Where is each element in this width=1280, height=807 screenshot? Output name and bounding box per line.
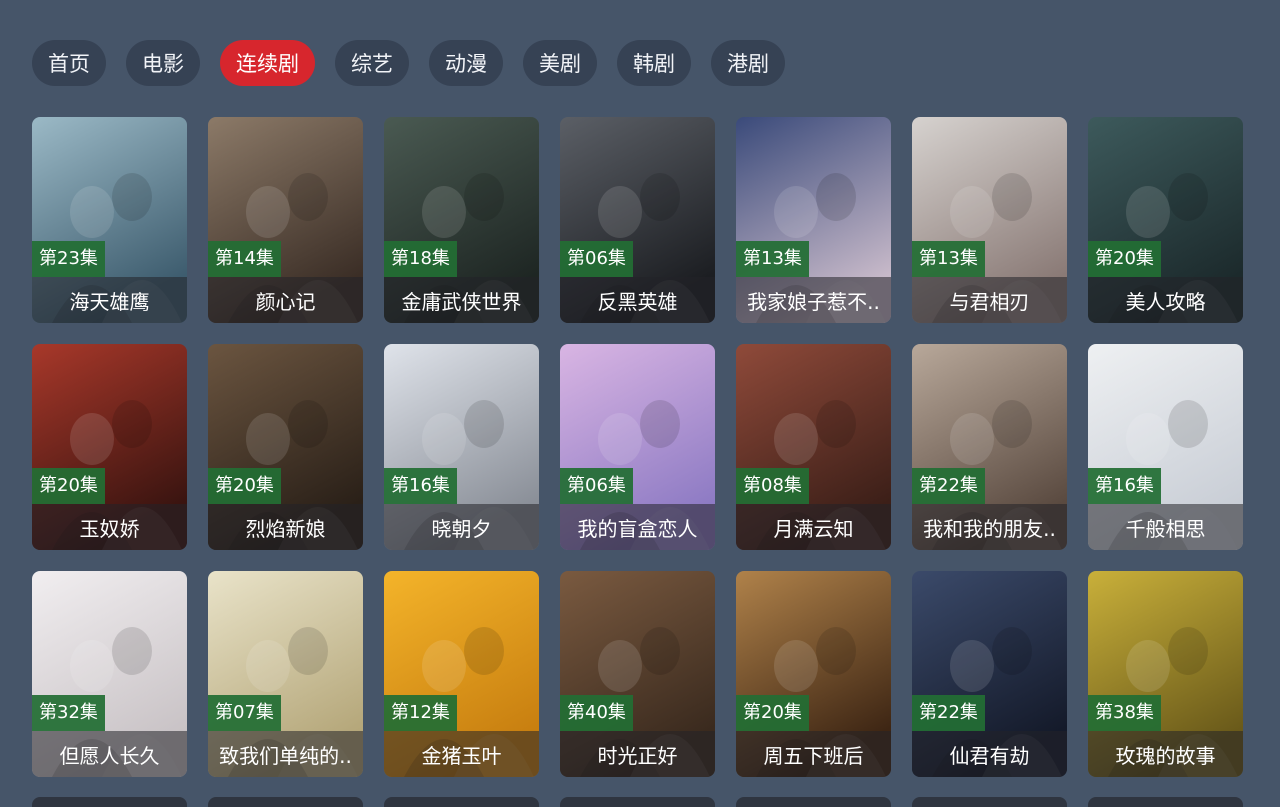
- show-card[interactable]: 第16集 晓朝夕: [384, 344, 539, 550]
- tab-2[interactable]: 连续剧: [220, 40, 315, 86]
- show-title: 时光正好: [560, 731, 715, 777]
- show-card[interactable]: 第14集 颜心记: [208, 117, 363, 323]
- show-card[interactable]: 第40集 时光正好: [560, 571, 715, 777]
- episode-badge: 第06集: [560, 468, 633, 504]
- show-card-partial[interactable]: [208, 797, 363, 807]
- episode-badge: 第13集: [736, 241, 809, 277]
- show-title: 反黑英雄: [560, 277, 715, 323]
- episode-badge: 第38集: [1088, 695, 1161, 731]
- episode-badge: 第13集: [912, 241, 985, 277]
- category-tabs: 首页 电影 连续剧 综艺 动漫 美剧 韩剧 港剧: [32, 40, 785, 86]
- show-card[interactable]: 第20集 玉奴娇: [32, 344, 187, 550]
- show-card[interactable]: 第23集 海天雄鹰: [32, 117, 187, 323]
- show-card[interactable]: 第18集 金庸武侠世界: [384, 117, 539, 323]
- show-title: 致我们单纯的..: [208, 731, 363, 777]
- episode-badge: 第20集: [736, 695, 809, 731]
- show-title: 仙君有劫: [912, 731, 1067, 777]
- show-title: 千般相思: [1088, 504, 1243, 550]
- show-card-partial[interactable]: [384, 797, 539, 807]
- show-card[interactable]: 第13集 与君相刃: [912, 117, 1067, 323]
- show-title: 玉奴娇: [32, 504, 187, 550]
- show-card-partial[interactable]: [736, 797, 891, 807]
- show-title: 我的盲盒恋人: [560, 504, 715, 550]
- episode-badge: 第08集: [736, 468, 809, 504]
- show-card[interactable]: 第06集 反黑英雄: [560, 117, 715, 323]
- episode-badge: 第20集: [208, 468, 281, 504]
- tab-3[interactable]: 综艺: [335, 40, 409, 86]
- show-card-partial[interactable]: [912, 797, 1067, 807]
- episode-badge: 第14集: [208, 241, 281, 277]
- show-card[interactable]: 第16集 千般相思: [1088, 344, 1243, 550]
- show-card[interactable]: 第12集 金猪玉叶: [384, 571, 539, 777]
- episode-badge: 第18集: [384, 241, 457, 277]
- tab-6[interactable]: 韩剧: [617, 40, 691, 86]
- show-title: 金猪玉叶: [384, 731, 539, 777]
- episode-badge: 第16集: [384, 468, 457, 504]
- show-card[interactable]: 第22集 仙君有劫: [912, 571, 1067, 777]
- show-title: 金庸武侠世界: [384, 277, 539, 323]
- show-title: 我和我的朋友..: [912, 504, 1067, 550]
- tab-5[interactable]: 美剧: [523, 40, 597, 86]
- episode-badge: 第22集: [912, 468, 985, 504]
- show-title: 玫瑰的故事: [1088, 731, 1243, 777]
- show-title: 与君相刃: [912, 277, 1067, 323]
- show-card[interactable]: 第08集 月满云知: [736, 344, 891, 550]
- episode-badge: 第20集: [1088, 241, 1161, 277]
- show-card-partial[interactable]: [1088, 797, 1243, 807]
- show-title: 海天雄鹰: [32, 277, 187, 323]
- tab-0[interactable]: 首页: [32, 40, 106, 86]
- show-card[interactable]: 第20集 美人攻略: [1088, 117, 1243, 323]
- episode-badge: 第06集: [560, 241, 633, 277]
- episode-badge: 第23集: [32, 241, 105, 277]
- episode-badge: 第22集: [912, 695, 985, 731]
- show-card[interactable]: 第22集 我和我的朋友..: [912, 344, 1067, 550]
- show-title: 我家娘子惹不..: [736, 277, 891, 323]
- show-title: 美人攻略: [1088, 277, 1243, 323]
- episode-badge: 第20集: [32, 468, 105, 504]
- episode-badge: 第40集: [560, 695, 633, 731]
- episode-badge: 第12集: [384, 695, 457, 731]
- tab-1[interactable]: 电影: [126, 40, 200, 86]
- show-title: 晓朝夕: [384, 504, 539, 550]
- show-card-partial[interactable]: [560, 797, 715, 807]
- show-card[interactable]: 第32集 但愿人长久: [32, 571, 187, 777]
- show-card[interactable]: 第20集 烈焰新娘: [208, 344, 363, 550]
- show-card[interactable]: 第07集 致我们单纯的..: [208, 571, 363, 777]
- show-card[interactable]: 第38集 玫瑰的故事: [1088, 571, 1243, 777]
- show-title: 周五下班后: [736, 731, 891, 777]
- tab-7[interactable]: 港剧: [711, 40, 785, 86]
- tab-4[interactable]: 动漫: [429, 40, 503, 86]
- show-card-partial[interactable]: [32, 797, 187, 807]
- show-title: 烈焰新娘: [208, 504, 363, 550]
- episode-badge: 第32集: [32, 695, 105, 731]
- show-title: 颜心记: [208, 277, 363, 323]
- show-card[interactable]: 第06集 我的盲盒恋人: [560, 344, 715, 550]
- show-card[interactable]: 第13集 我家娘子惹不..: [736, 117, 891, 323]
- show-card[interactable]: 第20集 周五下班后: [736, 571, 891, 777]
- episode-badge: 第07集: [208, 695, 281, 731]
- show-title: 但愿人长久: [32, 731, 187, 777]
- show-title: 月满云知: [736, 504, 891, 550]
- episode-badge: 第16集: [1088, 468, 1161, 504]
